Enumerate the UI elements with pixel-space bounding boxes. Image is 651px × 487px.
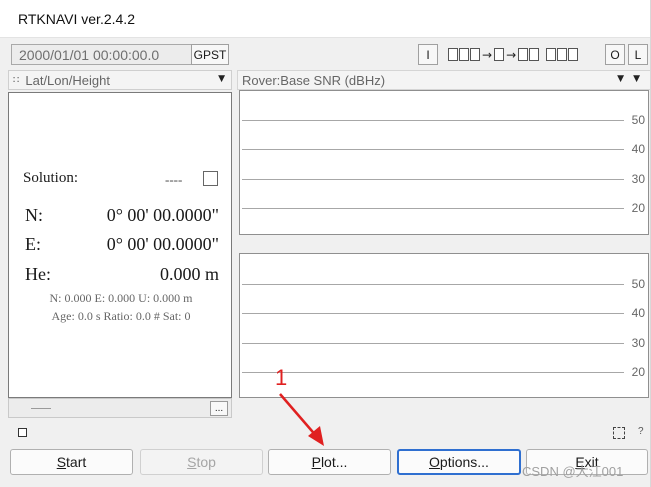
divider bbox=[31, 408, 51, 409]
options-button[interactable]: Options... bbox=[397, 449, 521, 475]
annotation-arrow-icon bbox=[279, 393, 324, 446]
solution-panel-footer: ... bbox=[8, 398, 232, 418]
plot-button[interactable]: Plot... bbox=[268, 449, 391, 475]
input-stream-button[interactable]: I bbox=[418, 44, 438, 65]
plot-type-label: Rover:Base SNR (dBHz) bbox=[242, 72, 386, 88]
start-label: tart bbox=[66, 454, 87, 470]
latitude-label: N: bbox=[25, 205, 43, 225]
gridline bbox=[242, 284, 624, 285]
solution-indicator-box bbox=[203, 171, 218, 186]
time-display: 2000/01/01 00:00:00.0 bbox=[11, 44, 197, 65]
options-label: ptions... bbox=[439, 454, 489, 470]
gridline bbox=[242, 343, 624, 344]
stop-label: top bbox=[196, 454, 216, 470]
snr-tick-40: 40 bbox=[631, 142, 645, 156]
snr-tick-50: 50 bbox=[631, 113, 645, 127]
latitude-value: 0° 00' 00.0000" bbox=[106, 205, 219, 225]
stream-indicator-base bbox=[459, 48, 469, 61]
dropdown-arrow-icon: ▼ bbox=[218, 74, 225, 84]
snr-tick-40: 40 bbox=[631, 306, 645, 320]
plot-type-dropdown[interactable]: Rover:Base SNR (dBHz) ▼ ▼ bbox=[237, 70, 650, 90]
output-stream-button[interactable]: O bbox=[605, 44, 625, 65]
options-mnemonic: O bbox=[429, 454, 440, 470]
rover-snr-plot: 50 40 30 20 bbox=[239, 90, 649, 235]
solution-panel: ∷ Lat/Lon/Height ▼ Solution: ---- N: 0° … bbox=[8, 70, 232, 418]
stream-status-indicator: → → bbox=[448, 44, 598, 65]
time-system-button[interactable]: GPST bbox=[191, 44, 229, 65]
plot-mnemonic: P bbox=[311, 454, 321, 470]
height-value: 0.000 m bbox=[159, 264, 219, 284]
height-label: He: bbox=[25, 264, 51, 284]
base-snr-plot: 50 40 30 20 bbox=[239, 253, 649, 398]
stream-indicator-log1 bbox=[546, 48, 557, 61]
gridline bbox=[242, 208, 624, 209]
stream-indicator-process bbox=[494, 48, 505, 61]
stop-mnemonic: S bbox=[187, 454, 197, 470]
gridline bbox=[242, 313, 624, 314]
toolbar: 2000/01/01 00:00:00.0 GPST I → → O L bbox=[8, 42, 650, 66]
watermark: CSDN @大江001 bbox=[522, 464, 624, 479]
snr-tick-30: 30 bbox=[631, 336, 645, 350]
grid-icon: ∷ bbox=[13, 74, 20, 86]
longitude-label: E: bbox=[25, 234, 41, 254]
snr-tick-20: 20 bbox=[631, 365, 645, 379]
solution-format-dropdown[interactable]: ∷ Lat/Lon/Height ▼ bbox=[8, 70, 232, 90]
more-options-button[interactable]: ... bbox=[210, 401, 228, 416]
dropdown-arrow-icon-2: ▼ bbox=[633, 74, 640, 84]
stream-indicator-log2 bbox=[557, 48, 568, 61]
stream-indicator-log3 bbox=[568, 48, 579, 61]
title-bar: RTKNAVI ver.2.4.2 bbox=[0, 0, 650, 38]
dropdown-arrow-icon: ▼ bbox=[617, 74, 624, 84]
status-indicator-icon bbox=[18, 428, 27, 437]
snr-tick-20: 20 bbox=[631, 201, 645, 215]
solution-display: Solution: ---- N: 0° 00' 00.0000" E: 0° … bbox=[8, 92, 232, 398]
position-stats: N: 0.000 E: 0.000 U: 0.000 m bbox=[49, 291, 193, 305]
snr-tick-30: 30 bbox=[631, 172, 645, 186]
gridline bbox=[242, 120, 624, 121]
plot-label: lot... bbox=[320, 454, 348, 470]
start-button[interactable]: Start bbox=[10, 449, 133, 475]
stream-arrow-icon: → bbox=[482, 47, 493, 62]
stream-indicator-corr bbox=[470, 48, 480, 61]
window-title: RTKNAVI ver.2.4.2 bbox=[18, 10, 135, 27]
stream-indicator-rover bbox=[448, 48, 458, 61]
gridline bbox=[242, 179, 624, 180]
panel-toggle-icon[interactable] bbox=[613, 427, 625, 439]
solution-format-label: Lat/Lon/Height bbox=[25, 72, 110, 88]
gridline bbox=[242, 372, 624, 373]
start-mnemonic: S bbox=[56, 454, 67, 470]
solution-label: Solution: bbox=[23, 170, 79, 186]
rtknavi-window: RTKNAVI ver.2.4.2 2000/01/01 00:00:00.0 … bbox=[0, 0, 651, 487]
stream-indicator-out2 bbox=[529, 48, 540, 61]
solution-status: ---- bbox=[165, 172, 183, 187]
snr-tick-50: 50 bbox=[631, 277, 645, 291]
longitude-value: 0° 00' 00.0000" bbox=[106, 234, 219, 254]
annotation-number: 1 bbox=[275, 365, 288, 390]
stream-arrow-icon-2: → bbox=[506, 47, 517, 62]
solution-stats: Age: 0.0 s Ratio: 0.0 # Sat: 0 bbox=[51, 309, 191, 323]
stop-button[interactable]: Stop bbox=[140, 449, 263, 475]
gridline bbox=[242, 149, 624, 150]
log-stream-button[interactable]: L bbox=[628, 44, 648, 65]
stream-indicator-out1 bbox=[518, 48, 529, 61]
help-icon[interactable]: ? bbox=[638, 426, 644, 437]
